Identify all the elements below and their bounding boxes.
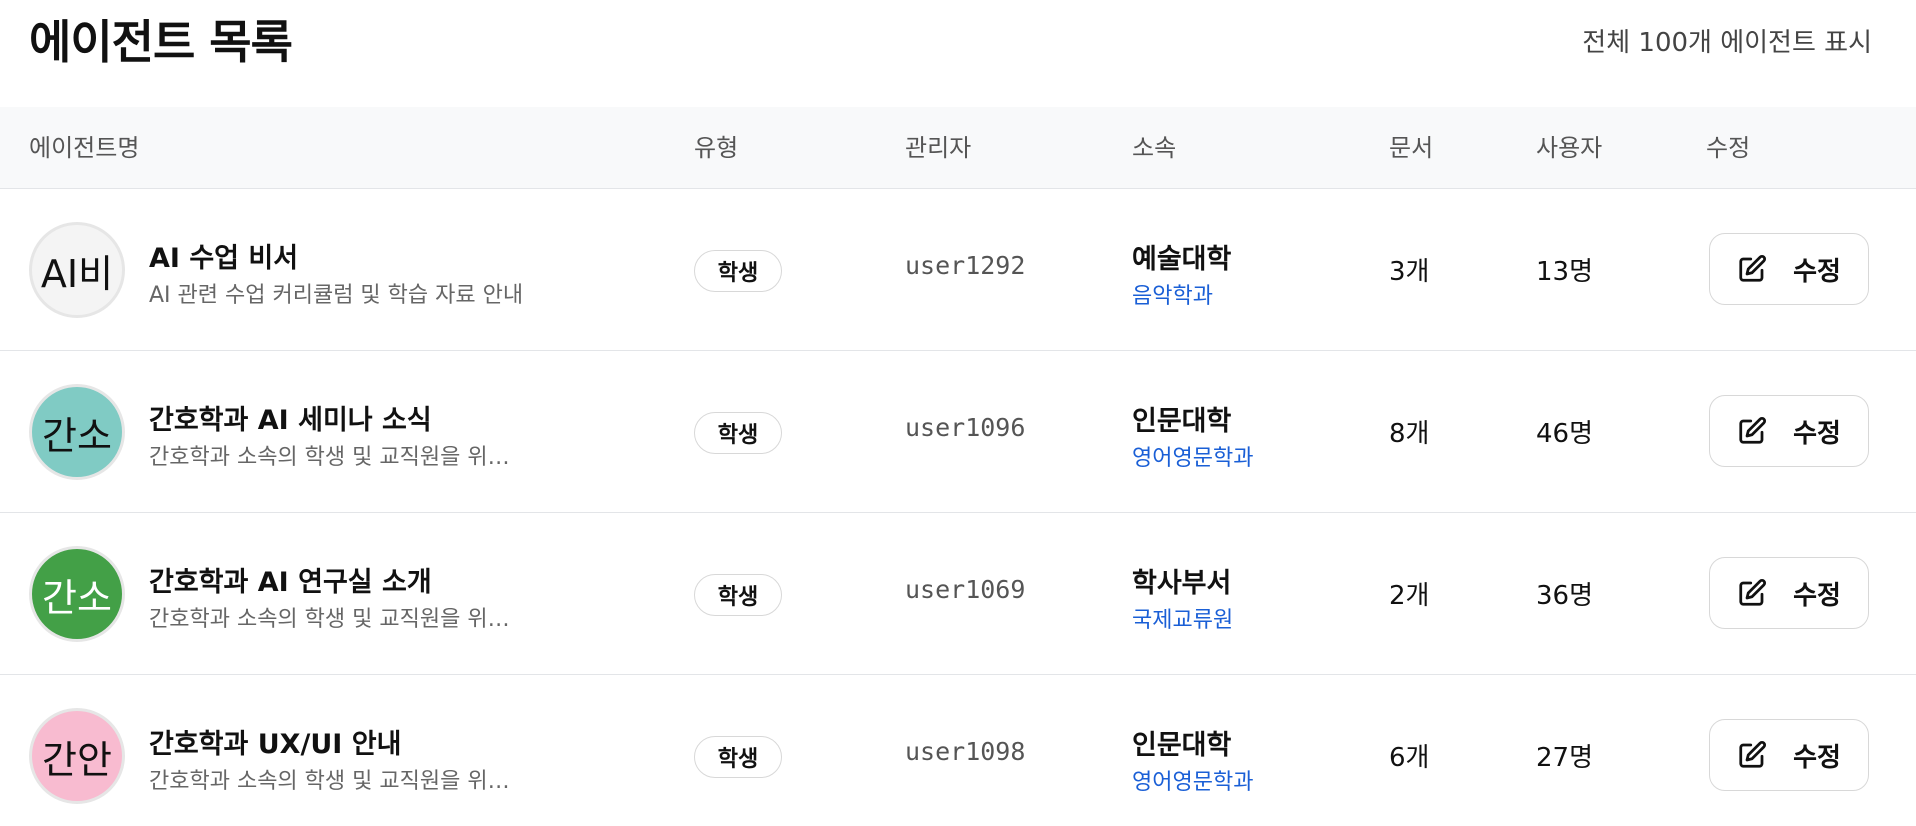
column-header-agent-name: 에이전트명 — [29, 134, 140, 162]
avatar-initials: 간안 — [42, 737, 112, 782]
document-count: 2개 — [1389, 581, 1430, 611]
edit-icon — [1737, 254, 1767, 284]
affiliation-college: 예술대학 — [1132, 244, 1232, 275]
edit-button-label: 수정 — [1793, 418, 1841, 449]
manager-id: user1098 — [905, 737, 1026, 766]
total-count-label: 전체 100개 에이전트 표시 — [1582, 28, 1872, 58]
table-row: AI비 AI 수업 비서 AI 관련 수업 커리큘럼 및 학습 자료 안내 학생… — [0, 189, 1916, 351]
agent-name: 간호학과 AI 연구실 소개 — [149, 567, 432, 598]
agent-description: 간호학과 소속의 학생 및 교직원을 위한 안내 — [149, 607, 529, 632]
edit-button-label: 수정 — [1793, 742, 1841, 773]
manager-id: user1096 — [905, 413, 1026, 442]
type-badge: 학생 — [694, 412, 782, 454]
agent-name: 간호학과 AI 세미나 소식 — [149, 405, 432, 436]
edit-icon — [1737, 578, 1767, 608]
table-row: 간소 간호학과 AI 연구실 소개 간호학과 소속의 학생 및 교직원을 위한 … — [0, 513, 1916, 675]
document-count: 3개 — [1389, 257, 1430, 287]
avatar-initials: AI비 — [40, 251, 114, 296]
type-badge: 학생 — [694, 250, 782, 292]
agent-description: 간호학과 소속의 학생 및 교직원을 위한 안내 — [149, 445, 529, 470]
agent-avatar: 간소 — [29, 546, 125, 642]
type-badge: 학생 — [694, 736, 782, 778]
affiliation-college: 인문대학 — [1132, 406, 1232, 437]
agent-description: AI 관련 수업 커리큘럼 및 학습 자료 안내 — [149, 283, 524, 308]
affiliation-college: 인문대학 — [1132, 730, 1232, 761]
agent-description: 간호학과 소속의 학생 및 교직원을 위한 안내 — [149, 769, 529, 794]
affiliation-department: 음악학과 — [1132, 284, 1213, 309]
affiliation-department: 국제교류원 — [1132, 608, 1234, 633]
affiliation-college: 학사부서 — [1132, 568, 1232, 599]
edit-button-label: 수정 — [1793, 256, 1841, 287]
affiliation-department: 영어영문학과 — [1132, 446, 1254, 471]
user-count: 13명 — [1536, 257, 1594, 287]
type-badge: 학생 — [694, 574, 782, 616]
edit-button[interactable]: 수정 — [1709, 233, 1869, 305]
table-row: 간소 간호학과 AI 세미나 소식 간호학과 소속의 학생 및 교직원을 위한 … — [0, 351, 1916, 513]
table-row: 간안 간호학과 UX/UI 안내 간호학과 소속의 학생 및 교직원을 위한 안… — [0, 675, 1916, 826]
column-header-type: 유형 — [694, 134, 739, 162]
agent-avatar: 간소 — [29, 384, 125, 480]
affiliation-department: 영어영문학과 — [1132, 770, 1254, 795]
edit-button[interactable]: 수정 — [1709, 719, 1869, 791]
edit-button[interactable]: 수정 — [1709, 557, 1869, 629]
document-count: 8개 — [1389, 419, 1430, 449]
column-header-edit: 수정 — [1706, 134, 1751, 162]
column-header-affiliation: 소속 — [1132, 134, 1177, 162]
table-header: 에이전트명 유형 관리자 소속 문서 사용자 수정 — [0, 107, 1916, 189]
column-header-users: 사용자 — [1536, 134, 1603, 162]
edit-icon — [1737, 740, 1767, 770]
column-header-manager: 관리자 — [905, 134, 972, 162]
user-count: 36명 — [1536, 581, 1594, 611]
document-count: 6개 — [1389, 743, 1430, 773]
manager-id: user1069 — [905, 575, 1026, 604]
user-count: 27명 — [1536, 743, 1594, 773]
avatar-initials: 간소 — [42, 575, 112, 620]
page-title: 에이전트 목록 — [29, 15, 293, 69]
agent-name: 간호학과 UX/UI 안내 — [149, 729, 402, 760]
user-count: 46명 — [1536, 419, 1594, 449]
edit-button[interactable]: 수정 — [1709, 395, 1869, 467]
agent-avatar: 간안 — [29, 708, 125, 804]
agent-table-body: AI비 AI 수업 비서 AI 관련 수업 커리큘럼 및 학습 자료 안내 학생… — [0, 189, 1916, 826]
agent-name: AI 수업 비서 — [149, 243, 299, 274]
agent-avatar: AI비 — [29, 222, 125, 318]
page-header: 에이전트 목록 전체 100개 에이전트 표시 — [0, 0, 1916, 107]
avatar-initials: 간소 — [42, 413, 112, 458]
edit-button-label: 수정 — [1793, 580, 1841, 611]
edit-icon — [1737, 416, 1767, 446]
column-header-documents: 문서 — [1389, 134, 1434, 162]
manager-id: user1292 — [905, 251, 1026, 280]
